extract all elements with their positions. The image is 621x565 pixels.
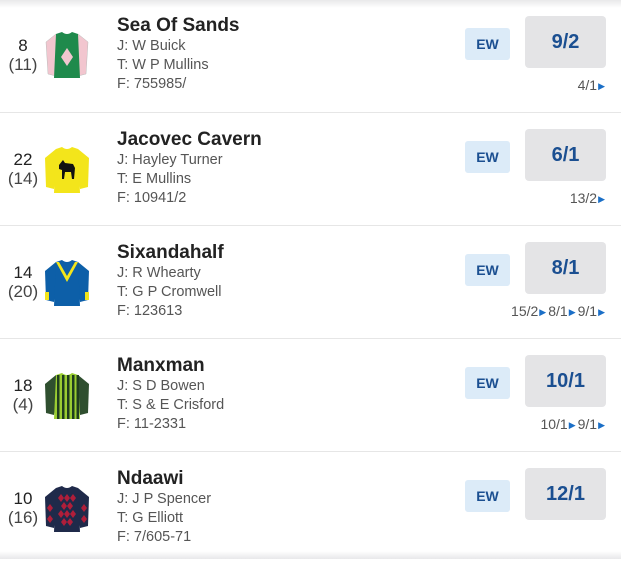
each-way-button[interactable]: EW (465, 28, 510, 60)
trainer-name: T: E Mullins (117, 171, 192, 187)
odds-history: 13/2▶ (570, 190, 607, 206)
jockey-silk-icon (44, 145, 90, 195)
runner-info: Manxman J: S D Bowen T: S & E Crisford F… (117, 355, 224, 434)
runner-info: Sixandahalf J: R Whearty T: G P Cromwell… (117, 242, 224, 321)
stall-draw: (11) (8, 55, 38, 74)
form-figures: F: 10941/2 (117, 190, 187, 206)
runner-number-block: 14 (20) (4, 263, 42, 301)
form-figures: F: 123613 (117, 303, 183, 319)
stall-draw: (20) (7, 282, 39, 301)
odds-arrow-icon: ▶ (598, 81, 605, 91)
runner-number: 22 (13, 150, 33, 169)
odds-button[interactable]: 9/2 (525, 16, 606, 68)
runner-info: Ndaawi J: J P Spencer T: G Elliott F: 7/… (117, 468, 211, 547)
odds-history-value: 9/1 (577, 303, 598, 319)
jockey-silk-icon (44, 484, 90, 534)
runner-number: 18 (13, 376, 33, 395)
runner-number-block: 18 (4) (4, 376, 42, 414)
odds-button[interactable]: 6/1 (525, 129, 606, 181)
odds-arrow-icon: ▶ (568, 307, 576, 317)
stall-draw: (4) (12, 395, 34, 414)
jockey-name: J: R Whearty (117, 265, 201, 281)
odds-history-value: 10/1 (540, 416, 568, 432)
runner-row[interactable]: 8 (11) Sea Of Sands J: W Buick T: W P Mu… (0, 0, 621, 113)
each-way-button[interactable]: EW (465, 141, 510, 173)
runner-row[interactable]: 10 (16) Ndaawi J: J P Spencer T: G Ellio… (0, 452, 621, 565)
each-way-button[interactable]: EW (465, 480, 510, 512)
runner-row[interactable]: 18 (4) Manxman J: S D Bowen T: S & E Cri… (0, 339, 621, 452)
odds-history-value: 8/1 (548, 303, 568, 319)
trainer-name: T: G P Cromwell (117, 284, 222, 300)
stall-draw: (16) (7, 508, 39, 527)
jockey-name: J: J P Spencer (117, 491, 212, 507)
odds-arrow-icon: ▶ (539, 307, 547, 317)
runner-number-block: 10 (16) (4, 489, 42, 527)
runner-number-block: 22 (14) (4, 150, 42, 188)
horse-name[interactable]: Manxman (117, 355, 224, 377)
trainer-name: T: W P Mullins (117, 57, 209, 73)
odds-arrow-icon: ▶ (598, 194, 605, 204)
trainer-name: T: G Elliott (117, 510, 184, 526)
odds-history-value: 15/2 (511, 303, 539, 319)
odds-history: 10/1▶ 9/1▶ (540, 416, 607, 432)
odds-history-value: 9/1 (577, 416, 598, 432)
horse-name[interactable]: Sixandahalf (117, 242, 224, 264)
each-way-button[interactable]: EW (465, 367, 510, 399)
jockey-name: J: W Buick (117, 38, 186, 54)
form-figures: F: 11-2331 (117, 416, 187, 432)
horse-name[interactable]: Sea Of Sands (117, 15, 240, 37)
odds-arrow-icon: ▶ (568, 420, 576, 430)
form-figures: F: 755985/ (117, 76, 187, 92)
runner-row[interactable]: 22 (14) Jacovec Cavern J: Hayley Turner … (0, 113, 621, 226)
odds-history: 4/1▶ (578, 77, 607, 93)
horse-name[interactable]: Jacovec Cavern (117, 129, 262, 151)
jockey-name: J: S D Bowen (117, 378, 205, 394)
runner-number: 8 (18, 36, 28, 55)
jockey-silk-icon (44, 258, 90, 308)
trainer-name: T: S & E Crisford (117, 397, 225, 413)
jockey-silk-icon (44, 30, 90, 80)
jockey-silk-icon (44, 371, 90, 421)
horse-name[interactable]: Ndaawi (117, 468, 211, 490)
odds-arrow-icon: ▶ (598, 420, 605, 430)
stall-draw: (14) (7, 169, 39, 188)
runner-info: Sea Of Sands J: W Buick T: W P Mullins F… (117, 15, 240, 94)
odds-button[interactable]: 10/1 (525, 355, 606, 407)
each-way-button[interactable]: EW (465, 254, 510, 286)
runner-number: 14 (13, 263, 33, 282)
jockey-name: J: Hayley Turner (117, 152, 223, 168)
runner-number: 10 (13, 489, 33, 508)
bottom-shade (0, 551, 621, 559)
runner-number-block: 8 (11) (4, 36, 42, 74)
odds-button[interactable]: 12/1 (525, 468, 606, 520)
runner-row[interactable]: 14 (20) Sixandahalf J: R Whearty T: G P … (0, 226, 621, 339)
form-figures: F: 7/605-71 (117, 529, 192, 545)
odds-button[interactable]: 8/1 (525, 242, 606, 294)
odds-history-value: 4/1 (577, 77, 598, 93)
odds-arrow-icon: ▶ (598, 307, 605, 317)
odds-history-value: 13/2 (569, 190, 598, 206)
runner-info: Jacovec Cavern J: Hayley Turner T: E Mul… (117, 129, 262, 208)
odds-history: 15/2▶ 8/1▶ 9/1▶ (511, 303, 607, 319)
